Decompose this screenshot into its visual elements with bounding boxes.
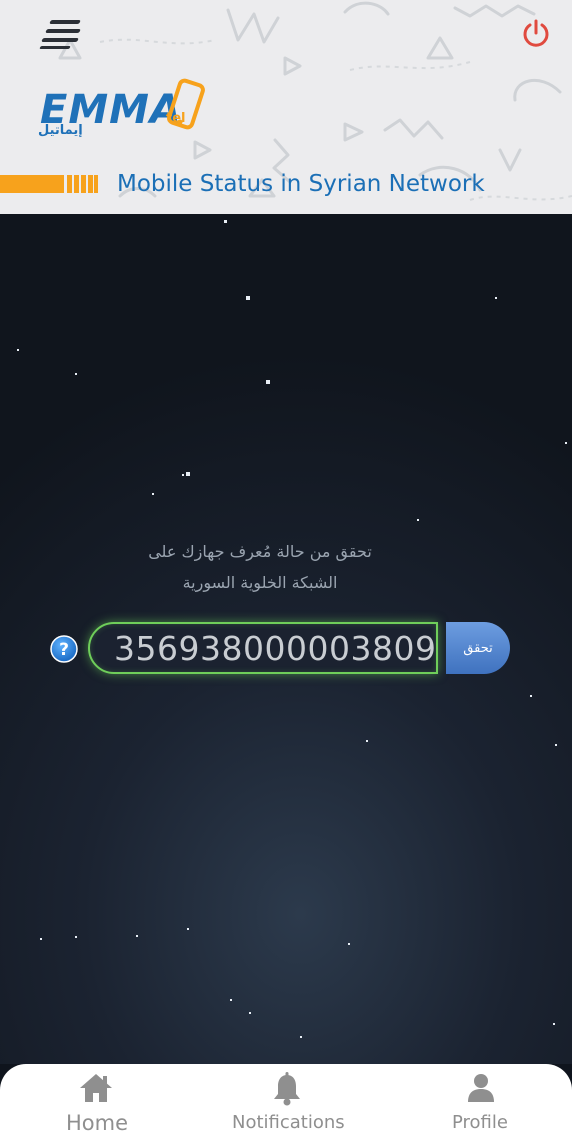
nav-notifications-label: Notifications (232, 1112, 345, 1133)
nav-home[interactable]: Home (56, 1064, 138, 1136)
help-question-icon[interactable]: ? (50, 635, 78, 663)
bottom-navigation: Home Notifications Profile (0, 1064, 572, 1136)
nav-home-label: Home (66, 1111, 129, 1135)
nav-profile[interactable]: Profile (446, 1064, 516, 1136)
instruction-line-2: الشبكة الخلوية السورية (182, 573, 338, 592)
logo-sup: tel (166, 111, 186, 126)
check-button[interactable]: تحقق (446, 622, 510, 674)
menu-button[interactable] (39, 20, 84, 50)
instruction-line-1: تحقق من حالة مُعرف جهازك على (148, 542, 372, 561)
logo-arabic: إيماتيل (38, 123, 83, 138)
user-icon (468, 1074, 494, 1102)
main-content: تحقق من حالة مُعرف جهازك على الشبكة الخل… (0, 214, 572, 1064)
svg-text:?: ? (59, 640, 69, 660)
imei-input[interactable] (88, 622, 438, 674)
instruction-text: تحقق من حالة مُعرف جهازك على الشبكة الخل… (100, 536, 420, 598)
home-icon (80, 1074, 112, 1102)
hamburger-menu-icon (49, 20, 81, 24)
nav-profile-label: Profile (452, 1112, 508, 1133)
power-icon[interactable] (520, 18, 552, 50)
title-accent-bar (0, 175, 100, 193)
phone-logo-icon: tel (166, 78, 205, 130)
emmatel-logo: EMMA إيماتيل tel (38, 78, 208, 142)
app-header: EMMA إيماتيل tel Mobile Status in Syrian… (0, 0, 572, 214)
page-title: Mobile Status in Syrian Network (117, 171, 485, 197)
nav-notifications[interactable]: Notifications (226, 1064, 350, 1136)
bell-icon (274, 1072, 300, 1106)
